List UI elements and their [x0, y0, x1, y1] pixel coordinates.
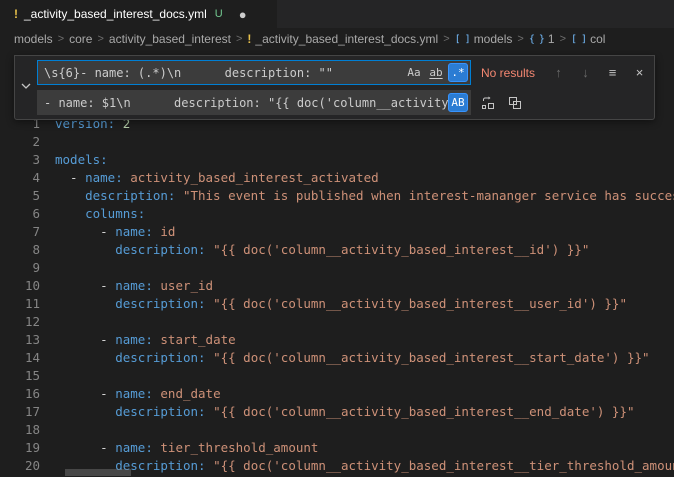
- breadcrumb-label: activity_based_interest: [109, 32, 231, 46]
- line-number: 7: [0, 223, 40, 241]
- line-number: 9: [0, 259, 40, 277]
- symbol-icon: [ ]: [455, 34, 470, 45]
- line-number: 11: [0, 295, 40, 313]
- results-count: No results: [477, 66, 539, 80]
- code-line[interactable]: - name: user_id: [55, 277, 674, 295]
- tab-title: _activity_based_interest_docs.yml: [24, 7, 207, 21]
- breadcrumb-label: models: [474, 32, 513, 46]
- line-number: 17: [0, 403, 40, 421]
- editor-pane[interactable]: 1234567891011121314151617181920 version:…: [0, 50, 674, 477]
- line-number: 18: [0, 421, 40, 439]
- code-line[interactable]: [55, 259, 674, 277]
- breadcrumb-item[interactable]: { } 1: [529, 32, 555, 46]
- toggle-replace-button[interactable]: [15, 60, 37, 115]
- code-line[interactable]: description: "This event is published wh…: [55, 187, 674, 205]
- whole-word-button[interactable]: ab: [426, 63, 446, 82]
- line-number: 19: [0, 439, 40, 457]
- code-line[interactable]: description: "{{ doc('column__activity_b…: [55, 403, 674, 421]
- code-line[interactable]: - name: id: [55, 223, 674, 241]
- replace-icon: [480, 95, 496, 111]
- line-number: 12: [0, 313, 40, 331]
- code-line[interactable]: - name: activity_based_interest_activate…: [55, 169, 674, 187]
- find-input[interactable]: \s{6}- name: (.*)\n description: "" Aa a…: [37, 60, 471, 85]
- breadcrumb-item[interactable]: ! _activity_based_interest_docs.yml: [247, 32, 438, 46]
- breadcrumb-separator: >: [517, 33, 523, 45]
- modified-dot-icon[interactable]: ●: [239, 8, 247, 21]
- line-number: 16: [0, 385, 40, 403]
- previous-match-icon[interactable]: ↑: [548, 62, 569, 83]
- find-in-selection-icon[interactable]: ≡: [602, 62, 623, 83]
- warning-icon: !: [247, 32, 251, 46]
- line-number: 2: [0, 133, 40, 151]
- replace-all-icon: [507, 95, 523, 111]
- breadcrumb-label: _activity_based_interest_docs.yml: [255, 32, 438, 46]
- breadcrumb-item[interactable]: [ ] col: [571, 32, 605, 46]
- chevron-down-icon: [20, 79, 32, 97]
- breadcrumb-separator: >: [58, 33, 64, 45]
- close-icon[interactable]: ×: [629, 62, 650, 83]
- replace-button[interactable]: [477, 92, 498, 113]
- line-number: 14: [0, 349, 40, 367]
- symbol-icon: [ ]: [571, 34, 586, 45]
- preserve-case-button[interactable]: AB: [448, 93, 468, 112]
- code-line[interactable]: [55, 313, 674, 331]
- code-line[interactable]: - name: tier_threshold_amount: [55, 439, 674, 457]
- find-replace-widget: \s{6}- name: (.*)\n description: "" Aa a…: [14, 55, 655, 120]
- line-number: 3: [0, 151, 40, 169]
- find-query-text: \s{6}- name: (.*)\n description: "": [38, 66, 404, 80]
- code-line[interactable]: models:: [55, 151, 674, 169]
- horizontal-scrollbar[interactable]: [65, 469, 131, 476]
- breadcrumb-separator: >: [443, 33, 449, 45]
- replace-row: - name: $1\n description: "{{ doc('colum…: [37, 90, 650, 115]
- breadcrumb-separator: >: [236, 33, 242, 45]
- code-line[interactable]: [55, 367, 674, 385]
- replace-value-text: - name: $1\n description: "{{ doc('colum…: [38, 96, 448, 110]
- code-line[interactable]: description: "{{ doc('column__activity_b…: [55, 457, 674, 475]
- breadcrumb-separator: >: [560, 33, 566, 45]
- code-line[interactable]: description: "{{ doc('column__activity_b…: [55, 349, 674, 367]
- code-line[interactable]: - name: end_date: [55, 385, 674, 403]
- breadcrumb-item[interactable]: activity_based_interest: [109, 32, 231, 46]
- line-number: 15: [0, 367, 40, 385]
- gutter: 1234567891011121314151617181920: [0, 115, 40, 475]
- code-line[interactable]: description: "{{ doc('column__activity_b…: [55, 241, 674, 259]
- breadcrumb-label: col: [590, 32, 605, 46]
- code-lines: version: 2models: - name: activity_based…: [40, 115, 674, 475]
- breadcrumb-separator: >: [97, 33, 103, 45]
- line-number: 8: [0, 241, 40, 259]
- code-line[interactable]: [55, 421, 674, 439]
- breadcrumb-item[interactable]: [ ] models: [455, 32, 513, 46]
- git-status-badge: U: [215, 8, 223, 20]
- code-line[interactable]: [55, 133, 674, 151]
- breadcrumb-label: 1: [548, 32, 555, 46]
- match-case-button[interactable]: Aa: [404, 63, 424, 82]
- breadcrumb-label: core: [69, 32, 92, 46]
- code-line[interactable]: columns:: [55, 205, 674, 223]
- line-number: 20: [0, 457, 40, 475]
- line-number: 6: [0, 205, 40, 223]
- next-match-icon[interactable]: ↓: [575, 62, 596, 83]
- breadcrumb-item[interactable]: core: [69, 32, 92, 46]
- breadcrumb: models > core > activity_based_interest >! _ac…: [0, 28, 674, 50]
- code-line[interactable]: description: "{{ doc('column__activity_b…: [55, 295, 674, 313]
- replace-all-button[interactable]: [504, 92, 525, 113]
- line-number: 10: [0, 277, 40, 295]
- line-number: 5: [0, 187, 40, 205]
- line-number: 13: [0, 331, 40, 349]
- code-line[interactable]: - name: start_date: [55, 331, 674, 349]
- problem-warning-icon: !: [14, 7, 18, 21]
- tab-active-file[interactable]: ! _activity_based_interest_docs.yml U ●: [0, 0, 278, 28]
- breadcrumb-label: models: [14, 32, 53, 46]
- regex-button[interactable]: .*: [448, 63, 468, 82]
- replace-input[interactable]: - name: $1\n description: "{{ doc('colum…: [37, 90, 471, 115]
- line-number: 4: [0, 169, 40, 187]
- breadcrumb-item[interactable]: models: [14, 32, 53, 46]
- tab-bar: ! _activity_based_interest_docs.yml U ●: [0, 0, 674, 28]
- find-row: \s{6}- name: (.*)\n description: "" Aa a…: [37, 60, 650, 85]
- symbol-icon: { }: [529, 34, 544, 45]
